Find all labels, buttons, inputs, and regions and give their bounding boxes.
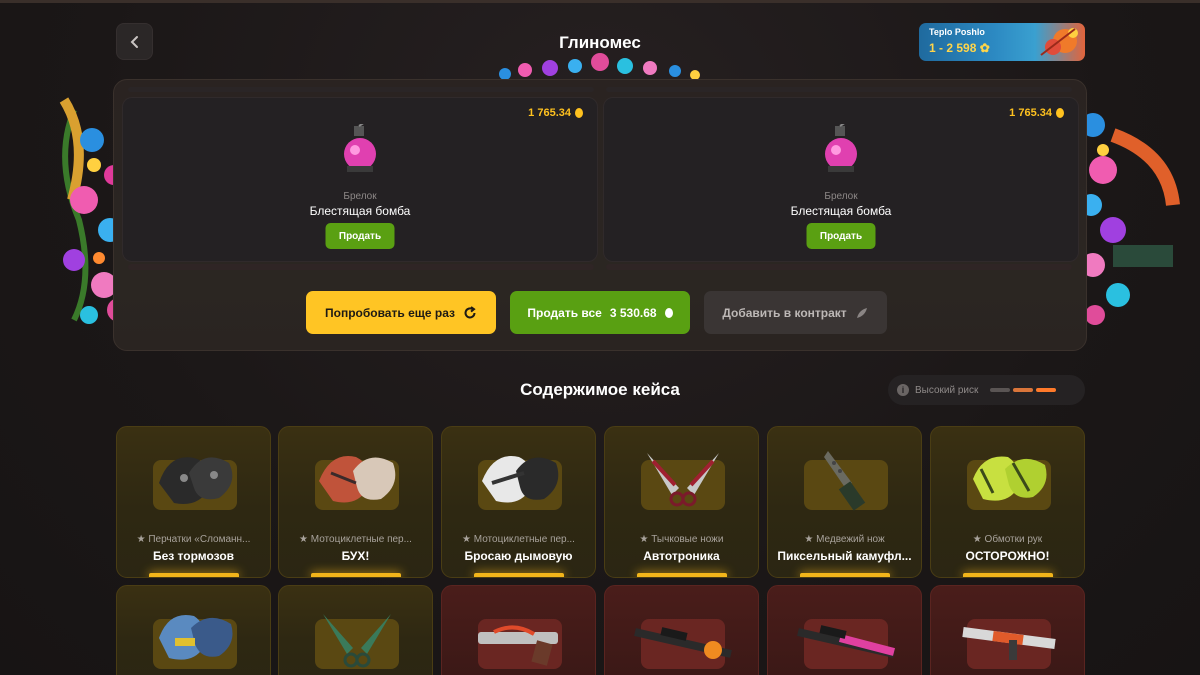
gloves-black-white-icon bbox=[482, 456, 559, 503]
risk-bars bbox=[990, 388, 1057, 392]
case-item-tile[interactable]: ★ Перчатки «Сломанн... Без тормозов bbox=[116, 426, 271, 578]
refresh-icon bbox=[464, 305, 476, 318]
push-knives-icon bbox=[647, 453, 719, 507]
item-type: ★ Обмотки рук bbox=[972, 534, 1043, 545]
case-result-page: Глиномес Teplo Poshlo 1 - 2 598 ✿ 1 765.… bbox=[0, 0, 1200, 675]
try-again-label: Попробовать еще раз bbox=[324, 305, 455, 320]
item-name: Пиксельный камуфл... bbox=[777, 549, 912, 563]
item-name: Автотроника bbox=[643, 549, 720, 563]
rarity-glow bbox=[474, 573, 564, 577]
feather-icon bbox=[856, 307, 867, 318]
hand-wraps-icon bbox=[973, 456, 1047, 501]
item-name: Блестящая бомба bbox=[309, 204, 411, 218]
add-to-contract-label: Добавить в контракт bbox=[722, 305, 847, 320]
item-type: ★ Медвежий нож bbox=[804, 534, 885, 545]
risk-bar bbox=[1013, 388, 1034, 392]
item-type: Брелок bbox=[343, 191, 377, 202]
case-item-tile[interactable] bbox=[767, 585, 922, 675]
risk-indicator[interactable]: i Высокий риск bbox=[888, 375, 1085, 405]
result-item-card: 1 765.34 Брелок Блестящая бомба Продать bbox=[603, 97, 1079, 262]
case-item-tile[interactable] bbox=[930, 585, 1085, 675]
case-item-tile[interactable]: ★ Мотоциклетные пер... Бросаю дымовую bbox=[441, 426, 596, 578]
card-top-strip bbox=[128, 87, 594, 92]
push-knives-green-icon bbox=[323, 614, 391, 668]
risk-bar bbox=[1036, 388, 1057, 392]
sell-all-value: 3 530.68 bbox=[609, 305, 657, 320]
card-bottom-strip bbox=[128, 264, 594, 270]
glitter-bomb-charm-icon bbox=[344, 124, 376, 172]
item-price: 1 765.34 bbox=[1009, 107, 1064, 119]
info-icon: i bbox=[897, 384, 909, 396]
item-type: ★ Перчатки «Сломанн... bbox=[136, 534, 251, 545]
try-again-button[interactable]: Попробовать еще раз bbox=[306, 291, 496, 334]
awp-rifle-pink-icon bbox=[797, 625, 896, 658]
item-type: ★ Мотоциклетные пер... bbox=[299, 534, 412, 545]
gloves-blue-icon bbox=[159, 614, 233, 660]
awp-rifle-icon bbox=[634, 627, 732, 659]
gloves-black-icon bbox=[159, 457, 233, 504]
item-type: Брелок bbox=[824, 191, 858, 202]
case-item-tile[interactable]: ★ Обмотки рук ОСТОРОЖНО! bbox=[930, 426, 1085, 578]
glitter-bomb-charm-icon bbox=[825, 124, 857, 172]
item-name: Блестящая бомба bbox=[790, 204, 892, 218]
case-item-tile[interactable] bbox=[604, 585, 759, 675]
card-top-strip bbox=[606, 87, 1072, 92]
promo-banner[interactable]: Teplo Poshlo 1 - 2 598 ✿ bbox=[919, 23, 1085, 61]
risk-bar bbox=[990, 388, 1011, 392]
case-item-tile[interactable] bbox=[441, 585, 596, 675]
item-type: ★ Мотоциклетные пер... bbox=[462, 534, 575, 545]
rarity-glow bbox=[311, 573, 401, 577]
sell-item-button[interactable]: Продать bbox=[806, 223, 876, 249]
pistol-icon bbox=[478, 625, 558, 666]
case-item-tile[interactable]: ★ Тычковые ножи Автотроника bbox=[604, 426, 759, 578]
result-item-card: 1 765.34 Брелок Блестящая бомба Продать bbox=[122, 97, 598, 262]
coin-icon bbox=[664, 307, 673, 318]
case-item-tile[interactable] bbox=[278, 585, 433, 675]
bowie-knife-icon bbox=[824, 451, 866, 511]
rarity-glow bbox=[963, 573, 1053, 577]
risk-label: Высокий риск bbox=[915, 384, 979, 396]
item-name: БУХ! bbox=[341, 549, 370, 563]
item-name: Без тормозов bbox=[152, 549, 235, 563]
rarity-glow bbox=[637, 573, 727, 577]
coin-icon bbox=[575, 108, 583, 118]
flowers-top-decoration bbox=[499, 53, 700, 80]
item-price: 1 765.34 bbox=[528, 107, 583, 119]
add-to-contract-button[interactable]: Добавить в контракт bbox=[704, 291, 887, 334]
sell-item-button[interactable]: Продать bbox=[325, 223, 395, 249]
sell-all-button[interactable]: Продать все 3 530.68 bbox=[510, 291, 690, 334]
case-item-tile[interactable]: ★ Медвежий нож Пиксельный камуфл... bbox=[767, 426, 922, 578]
gloves-red-white-icon bbox=[319, 456, 396, 503]
m4-rifle-icon bbox=[962, 627, 1056, 660]
promo-value: 1 - 2 598 ✿ bbox=[929, 41, 990, 55]
item-type: ★ Тычковые ножи bbox=[639, 534, 724, 545]
promo-art-icon bbox=[1040, 28, 1078, 56]
flowers-right-decoration bbox=[1080, 113, 1180, 325]
case-item-tile[interactable] bbox=[116, 585, 271, 675]
card-bottom-strip bbox=[606, 264, 1072, 270]
sell-all-label: Продать все bbox=[527, 305, 602, 320]
item-name: ОСТОРОЖНО! bbox=[965, 549, 1050, 563]
rarity-glow bbox=[149, 573, 239, 577]
promo-name: Teplo Poshlo bbox=[929, 27, 985, 37]
item-name: Бросаю дымовую bbox=[464, 549, 573, 563]
coin-icon bbox=[1056, 108, 1064, 118]
top-divider bbox=[0, 0, 1200, 3]
rarity-glow bbox=[800, 573, 890, 577]
case-item-tile[interactable]: ★ Мотоциклетные пер... БУХ! bbox=[278, 426, 433, 578]
